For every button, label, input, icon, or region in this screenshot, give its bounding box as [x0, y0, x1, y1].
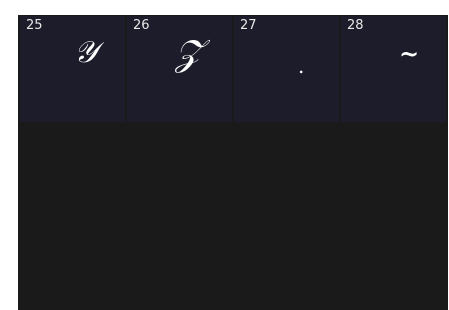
- glyph-number: 27: [240, 18, 257, 33]
- glyph-cell-27[interactable]: 27 .: [234, 16, 339, 122]
- glyph-number: 26: [133, 18, 150, 33]
- glyph-character: ~: [399, 39, 420, 68]
- glyph-character: 𝒴: [74, 35, 98, 70]
- glyph-grid: 25 𝒴 26 𝒵 27 . 28 ~: [20, 16, 446, 122]
- glyph-number: 25: [26, 18, 43, 33]
- glyph-cell-25[interactable]: 25 𝒴: [20, 16, 125, 122]
- glyph-character: 𝒵: [175, 33, 203, 74]
- glyph-viewer: 25 𝒴 26 𝒵 27 . 28 ~: [18, 15, 448, 310]
- glyph-number: 28: [347, 18, 364, 33]
- glyph-cell-28[interactable]: 28 ~: [341, 16, 446, 122]
- glyph-cell-26[interactable]: 26 𝒵: [127, 16, 232, 122]
- glyph-character: .: [298, 54, 305, 78]
